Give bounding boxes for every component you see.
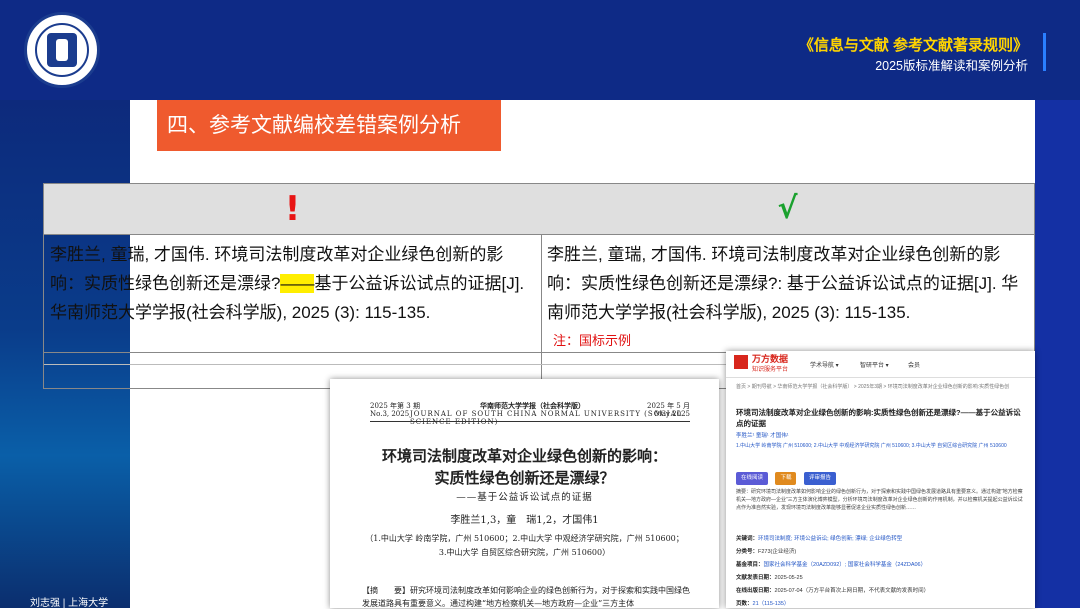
- right-mark-row: √: [541, 184, 1034, 235]
- paper-date-en: May 2025: [654, 410, 690, 418]
- keywords-label: 关键词：: [736, 536, 759, 542]
- wrong-column: ! 李胜兰, 童瑞, 才国伟. 环境司法制度改革对企业绿色创新的影响：实质性绿色…: [44, 184, 542, 388]
- fund-value[interactable]: 国家社会科学基金（20AZD092）; 国家社会科学基金（24ZDA06）: [764, 562, 927, 568]
- pages-label: 页数：: [736, 601, 753, 607]
- paper-affiliation-1: （1.中山大学 岭南学院，广州 510600；2.中山大学 中观经济学研究院，广…: [365, 534, 684, 543]
- date-label: 文献发表日期：: [736, 575, 775, 581]
- paper-abstract: 【摘 要】研究环境司法制度改革如何影响企业的绿色创新行为，对于探索和实践中国绿色…: [362, 586, 690, 608]
- row-divider: [44, 364, 541, 365]
- wanfang-class: 分类号：F273(企业经济): [736, 547, 796, 555]
- wanfang-date: 文献发表日期：2025-05-25: [736, 573, 803, 581]
- footer-credit: 刘志强 | 上海大学: [30, 598, 109, 609]
- online-value: 2025-07-04（万方平台首次上网日期，不代表文献的发表时间）: [774, 588, 930, 594]
- wanfang-affiliations: 1.中山大学 岭南学院 广州 510600; 2.中山大学 中观经济学研究院 广…: [736, 443, 1007, 449]
- review-report-button[interactable]: 评审报告: [803, 472, 836, 485]
- pages-value: 21（115-135）: [752, 601, 790, 607]
- header-accent-bar: [1043, 33, 1046, 71]
- date-value: 2025-05-25: [774, 575, 803, 581]
- fund-label: 基金项目：: [736, 562, 764, 568]
- university-logo: [24, 12, 100, 88]
- row-divider: [44, 352, 541, 353]
- standard-note: 注：国标示例: [553, 333, 632, 348]
- header-title: 《信息与文献 参考文献著录规则》: [798, 37, 1028, 54]
- wanfang-screenshot: 万方数据 知识服务平台 学术导航 ▾ 智研平台 ▾ 会员 首页 > 期刊导航 >…: [726, 351, 1035, 608]
- wanfang-logo-icon: [734, 355, 748, 369]
- wanfang-nav-member[interactable]: 会员: [908, 360, 920, 369]
- section-title: 四、参考文献编校差错案例分析: [157, 100, 501, 151]
- wanfang-pages: 页数：21（115-135）: [736, 599, 789, 607]
- download-button[interactable]: 下载: [775, 472, 797, 485]
- paper-rule: [370, 421, 690, 422]
- wanfang-brand-sub: 知识服务平台: [752, 367, 789, 373]
- wanfang-keywords: 关键词：环境司法制度; 环境公益诉讼; 绿色创新; 漂绿; 企业绿色转型: [736, 534, 902, 542]
- wrong-ref-highlight: ——: [280, 274, 315, 293]
- online-read-button[interactable]: 在线阅读: [736, 472, 769, 485]
- paper-title-line2: 实质性绿色创新还是漂绿？: [434, 469, 615, 487]
- right-decor-panel: [1035, 100, 1080, 608]
- wanfang-nav: 万方数据 知识服务平台 学术导航 ▾ 智研平台 ▾ 会员: [726, 351, 1035, 378]
- paper-issue-en: No.3, 2025: [370, 410, 410, 418]
- wanfang-title: 环境司法制度改革对企业绿色创新的影响:实质性绿色创新还是漂绿?——基于公益诉讼点…: [736, 408, 1021, 428]
- paper-subtitle: ——基于公益诉讼试点的证据: [456, 492, 593, 503]
- class-label: 分类号：: [736, 549, 759, 555]
- online-label: 在线出版日期：: [736, 588, 775, 594]
- paper-authors: 李胜兰1,3，童 瑞1,2，才国伟1: [450, 515, 599, 526]
- wanfang-authors[interactable]: 李胜兰¹ 童瑞¹ 才国伟¹: [736, 431, 789, 439]
- wanfang-nav-academic[interactable]: 学术导航 ▾: [810, 360, 839, 369]
- paper-title-line1: 环境司法制度改革对企业绿色创新的影响：: [381, 447, 667, 465]
- wanfang-online-date: 在线出版日期：2025-07-04（万方平台首次上网日期，不代表文献的发表时间）: [736, 586, 929, 594]
- keywords-value[interactable]: 环境司法制度; 环境公益诉讼; 绿色创新; 漂绿; 企业绿色转型: [758, 536, 902, 542]
- wanfang-nav-research[interactable]: 智研平台 ▾: [860, 360, 889, 369]
- paper-affiliation-2: 3.中山大学 自贸区综合研究院，广州 510600）: [438, 548, 611, 557]
- wanfang-fund: 基金项目：国家社会科学基金（20AZD092）; 国家社会科学基金（24ZDA0…: [736, 560, 926, 568]
- header-subtitle: 2025版标准解读和案例分析: [875, 59, 1028, 73]
- wanfang-buttons: 在线阅读 下载 评审报告: [736, 466, 839, 485]
- wanfang-abstract: 摘要：研究环境司法制度改革如何影响企业的绿色创新行为，对于探索和实践中国绿色发展…: [736, 489, 1023, 512]
- exclamation-icon: !: [284, 189, 301, 229]
- paper-journal-en: JOURNAL OF SOUTH CHINA NORMAL UNIVERSITY…: [410, 410, 683, 426]
- checkmark-icon: √: [777, 191, 798, 226]
- wanfang-breadcrumb: 首页 > 期刊导航 > 华南师范大学学报（社会科学版） > 2025年3期 > …: [736, 384, 1010, 390]
- logo-mark-icon: [47, 33, 77, 67]
- right-reference: 李胜兰, 童瑞, 才国伟. 环境司法制度改革对企业绿色创新的影响：实质性绿色创新…: [547, 245, 1019, 322]
- class-value: F273(企业经济): [758, 549, 797, 555]
- wrong-reference: 李胜兰, 童瑞, 才国伟. 环境司法制度改革对企业绿色创新的影响：实质性绿色创新…: [50, 240, 537, 327]
- journal-article-image: 2025 年第 3 期 华南师范大学学报（社会科学版） 2025 年 5 月 N…: [330, 379, 719, 608]
- wrong-mark-row: !: [44, 184, 541, 235]
